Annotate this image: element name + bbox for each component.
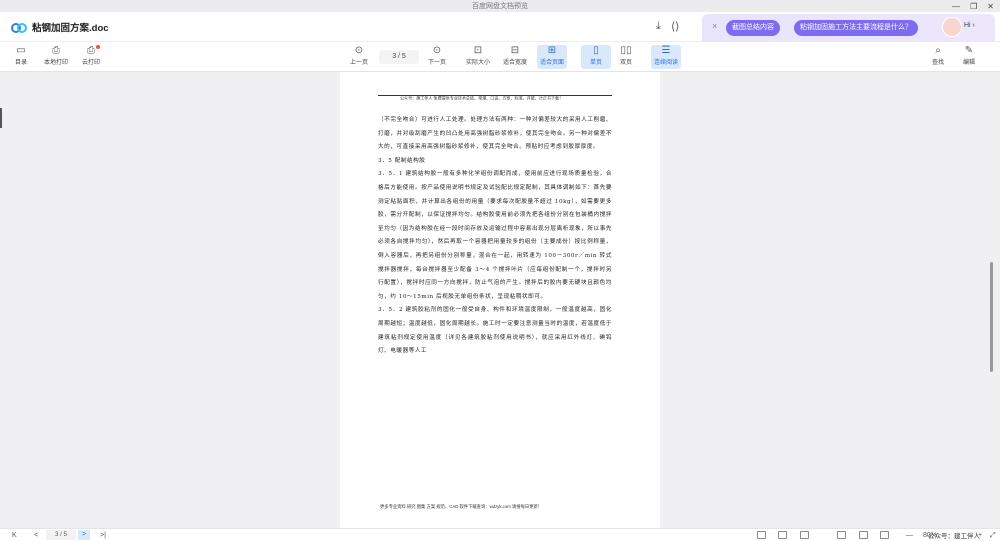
ai-suggestion-summary[interactable]: 截图总结内容 (726, 20, 780, 36)
prev-page-button[interactable]: ⊙ 上一页 (344, 45, 374, 66)
last-page-button[interactable]: >| (100, 530, 106, 541)
local-print-label: 本地打印 (43, 60, 68, 66)
window-titlebar: 百度网盘文档预览 — ❐ ✕ (0, 0, 1000, 12)
actual-size-label: 实际大小 (465, 60, 490, 66)
printer-icon: ⎙ (52, 45, 60, 56)
header-actions: ⤓ ⟨⟩ (656, 20, 679, 33)
local-print-button[interactable]: ⎙ 本地打印 (41, 45, 71, 66)
fit-page-icon: ⊞ (547, 45, 557, 56)
next-page-small-button[interactable]: > (78, 530, 90, 540)
single-page-button[interactable]: ▯ 单页 (581, 45, 611, 69)
paragraph: （不完全吻合）可进行人工处理。处理方法有两种：一种对偏差较大的采用人工削磨、打磨… (378, 117, 612, 151)
prev-page-label: 上一页 (349, 60, 368, 66)
paragraph: 3．5．1 建筑结构胶一般有多种化学组份调配而成，使用前应进行现场质量检验，合格… (378, 171, 612, 300)
arrow-up-circle-icon: ⊙ (354, 45, 364, 56)
ai-avatar-icon[interactable] (942, 17, 962, 37)
ai-assistant-bar: × 截图总结内容 粘钢加固施工方法主要流程是什么？ Hi › (702, 14, 995, 42)
continuous-read-label: 连续阅读 (653, 60, 678, 66)
share-icon[interactable]: ⟨⟩ (671, 20, 680, 33)
next-page-button[interactable]: ⊙ 下一页 (422, 45, 452, 66)
minimize-button[interactable]: — (952, 2, 960, 11)
actual-size-small-icon[interactable] (837, 531, 846, 539)
download-icon[interactable]: ⤓ (656, 20, 661, 33)
document-page: 公众号：建工伴人 免费提供专业技术总结、常漫、口诀、方案、标准、评能、计正书下载… (340, 72, 660, 528)
edit-button[interactable]: ✎ 编辑 (954, 45, 984, 66)
actual-size-button[interactable]: ⊡ 实际大小 (463, 45, 493, 66)
close-button[interactable]: ✕ (987, 2, 994, 11)
page-footer-text: 更多专业资料 研究 图集 方案 规范、CAD 软件下载查询：wdzyk.com … (380, 504, 543, 509)
double-page-button[interactable]: ▯▯ 双页 (611, 45, 641, 66)
arrow-down-circle-icon: ⊙ (432, 45, 442, 56)
fit-view-icon[interactable] (757, 531, 766, 539)
window-controls: — ❐ ✕ (952, 0, 994, 12)
section-heading: 3．5 配制结构胶 (378, 157, 426, 164)
notification-dot (96, 45, 100, 49)
toc-icon: ▭ (16, 45, 26, 56)
page-body: （不完全吻合）可进行人工处理。处理方法有两种：一种对偏差较大的采用人工削磨、打磨… (378, 114, 612, 359)
cloud-print-label: 云打印 (81, 60, 100, 66)
single-view-icon[interactable] (778, 531, 787, 539)
baidu-netdisk-logo-icon (10, 21, 28, 33)
single-page-icon: ▯ (593, 45, 599, 56)
page-header-text: 公众号：建工伴人 免费提供专业技术总结、常漫、口诀、方案、标准、评能、计正书下载… (400, 96, 564, 101)
toc-label: 目录 (14, 60, 27, 66)
fit-page-label: 适合页面 (539, 60, 564, 66)
watermark: 公众号：建工伴人 (928, 533, 980, 540)
actual-size-icon: ⊡ (473, 45, 483, 56)
search-button[interactable]: ⌕ 查找 (923, 45, 953, 66)
cloud-print-button[interactable]: ⎙ 云打印 (76, 45, 106, 66)
fit-width-label: 适合宽度 (502, 60, 527, 66)
double-page-label: 双页 (619, 60, 632, 66)
fit-width-small-icon[interactable] (859, 531, 868, 539)
fit-width-button[interactable]: ⊟ 适合宽度 (500, 45, 530, 66)
ai-close-icon[interactable]: × (712, 21, 717, 31)
fit-width-icon: ⊟ (510, 45, 520, 56)
page-number-input[interactable]: 3 / 5 (379, 50, 419, 64)
paragraph: 3．5．2 建筑胶粘剂的固化一般受自身、构件和环境温度限制，一般温度越高，固化周… (378, 307, 612, 355)
continuous-read-button[interactable]: ☰ 连续阅读 (651, 45, 681, 69)
pencil-icon: ✎ (964, 45, 974, 56)
single-page-label: 单页 (589, 60, 602, 66)
ai-greeting[interactable]: Hi › (964, 22, 975, 29)
vertical-scrollbar[interactable] (990, 262, 993, 372)
search-label: 查找 (931, 60, 944, 66)
ai-suggestion-question[interactable]: 粘钢加固施工方法主要流程是什么？ (794, 20, 918, 36)
double-page-icon: ▯▯ (620, 45, 632, 56)
prev-page-small-button[interactable]: < (34, 530, 38, 541)
double-view-icon[interactable] (800, 531, 809, 539)
zoom-out-button[interactable]: — (906, 530, 913, 541)
viewer-toolbar: ▭ 目录 ⎙ 本地打印 ⎙ 云打印 ⊙ 上一页 3 / 5 ⊙ 下一页 ⊡ 实际… (0, 42, 1000, 72)
fullscreen-icon[interactable]: ⤢ (990, 530, 996, 541)
status-bar: K < 3 / 5 > >| — 80% + ⤢ (0, 528, 1000, 541)
search-icon: ⌕ (935, 45, 941, 56)
document-title: 粘钢加固方案.doc (32, 22, 109, 34)
fit-page-button[interactable]: ⊞ 适合页面 (537, 45, 567, 69)
next-page-label: 下一页 (427, 60, 446, 66)
continuous-read-icon: ☰ (661, 45, 671, 56)
toc-button[interactable]: ▭ 目录 (6, 45, 36, 66)
status-page-indicator[interactable]: 3 / 5 (46, 530, 76, 540)
fit-page-small-icon[interactable] (880, 531, 889, 539)
sidebar-toggle-handle[interactable] (0, 108, 2, 128)
edit-label: 编辑 (962, 60, 975, 66)
restore-button[interactable]: ❐ (970, 2, 977, 11)
window-title: 百度网盘文档预览 (472, 3, 528, 10)
first-page-button[interactable]: K (12, 530, 17, 541)
